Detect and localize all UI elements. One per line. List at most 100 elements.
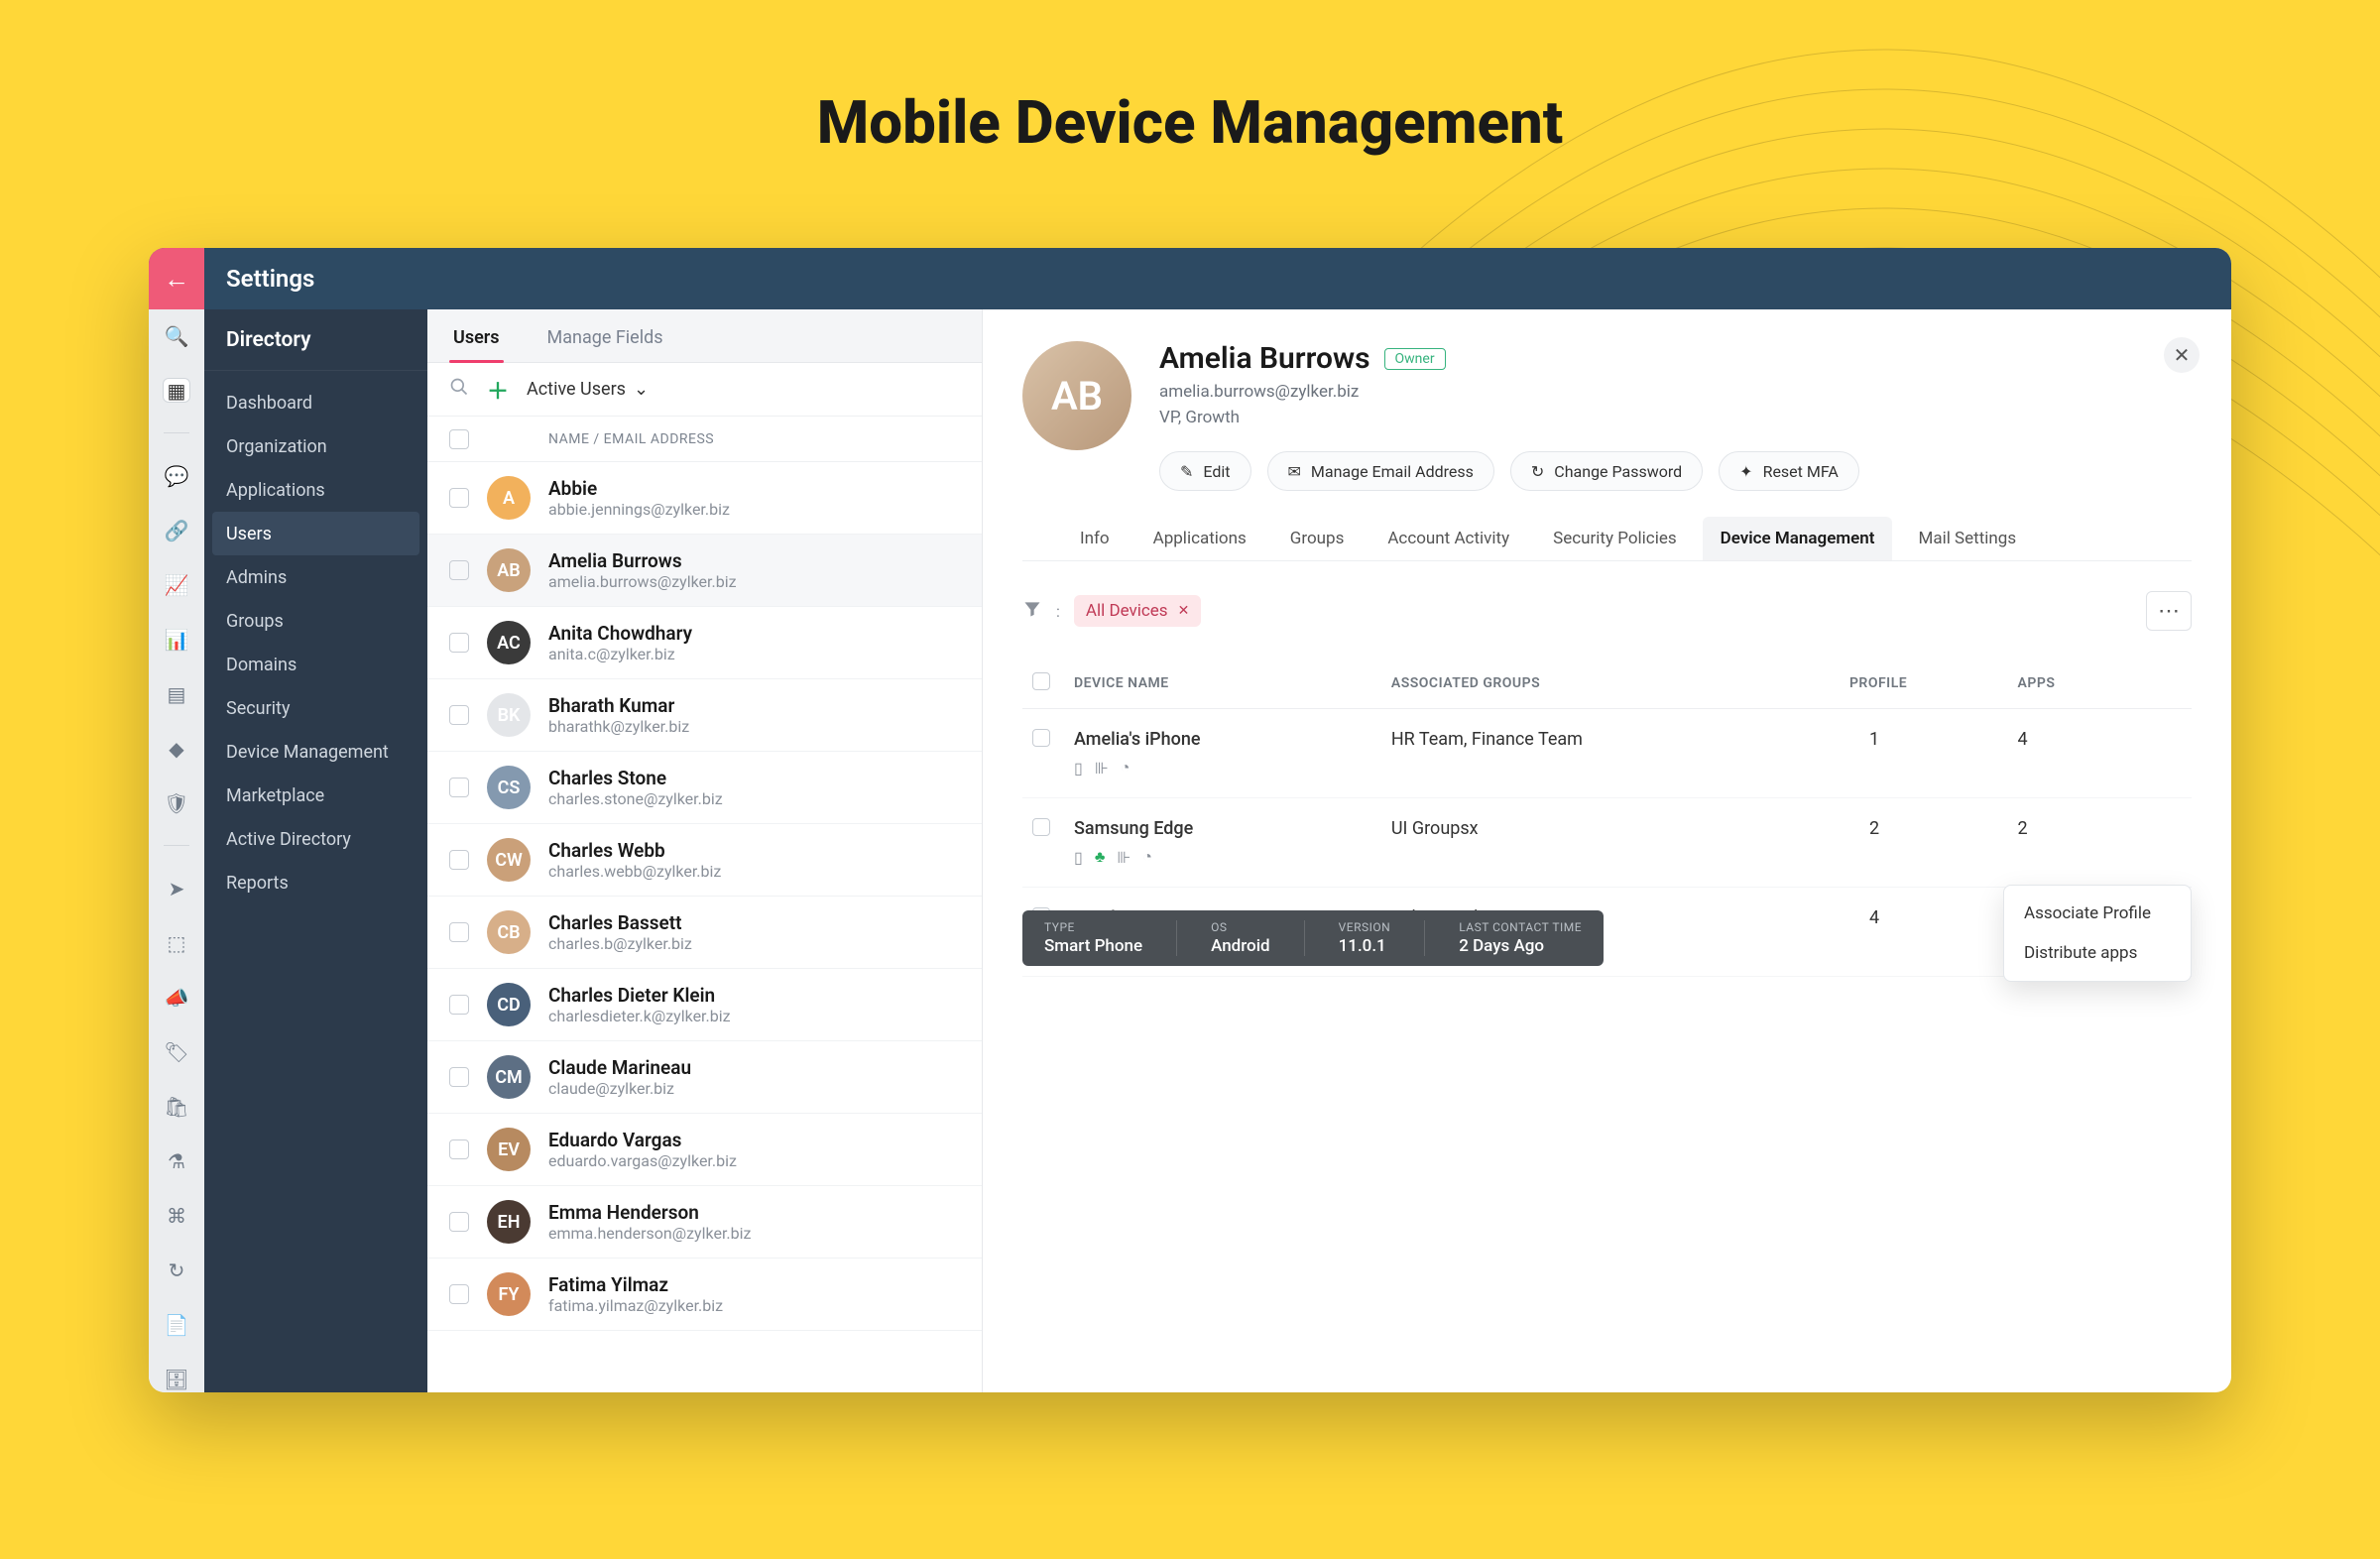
row-checkbox[interactable] [449,488,469,508]
device-checkbox[interactable] [1032,729,1050,747]
device-row[interactable]: Samsung Edge▯♣⊪◔UI Groupsx22 [1022,798,2192,888]
rail-cube-icon[interactable]: ⬚ [163,930,190,955]
reset-mfa-button[interactable]: ✦Reset MFA [1719,451,1859,491]
user-email: charlesdieter.k@zylker.biz [548,1007,731,1025]
users-tab-manage-fields[interactable]: Manage Fields [543,313,667,362]
rail-doc-icon[interactable]: 📄 [163,1313,190,1338]
select-all-devices-checkbox[interactable] [1032,672,1050,690]
sidebar-item-active-directory[interactable]: Active Directory [204,817,427,861]
signal-icon: ⊪ [1095,759,1109,778]
user-name: Charles Bassett [548,911,692,934]
rail-analytics-icon[interactable]: 📈 [163,572,190,597]
user-row[interactable]: AAbbieabbie.jennings@zylker.biz [427,462,982,535]
user-avatar: CS [487,766,531,809]
sidebar-item-organization[interactable]: Organization [204,424,427,468]
sidebar-item-device-management[interactable]: Device Management [204,730,427,774]
select-all-checkbox[interactable] [449,429,469,449]
active-users-filter[interactable]: Active Users ⌄ [527,379,649,400]
search-icon[interactable] [449,377,469,402]
user-row[interactable]: CMClaude Marineauclaude@zylker.biz [427,1041,982,1114]
sidebar-item-groups[interactable]: Groups [204,599,427,643]
row-checkbox[interactable] [449,1067,469,1087]
sidebar-item-users[interactable]: Users [212,512,419,555]
row-context-menu: Associate ProfileDistribute apps [2003,885,2192,982]
user-row[interactable]: ABAmelia Burrowsamelia.burrows@zylker.bi… [427,535,982,607]
user-row[interactable]: CDCharles Dieter Kleincharlesdieter.k@zy… [427,969,982,1041]
rail-nav-icon[interactable]: ➤ [163,876,190,900]
menu-item-distribute-apps[interactable]: Distribute apps [2004,933,2191,973]
row-checkbox[interactable] [449,995,469,1015]
back-button[interactable]: ← [149,248,204,309]
more-options-button[interactable]: ⋯ [2146,591,2192,631]
rail-cycle-icon[interactable]: ↻ [163,1259,190,1283]
rail-chat-icon[interactable]: 💬 [163,463,190,488]
row-checkbox[interactable] [449,922,469,942]
rail-link-icon[interactable]: 🔗 [163,518,190,542]
row-checkbox[interactable] [449,1284,469,1304]
rail-grid-icon[interactable]: ▤ [163,681,190,706]
device-row[interactable]: Amelia's iPhone▯⊪◔HR Team, Finance Team1… [1022,709,2192,798]
sidebar-item-reports[interactable]: Reports [204,861,427,904]
detail-tab-security-policies[interactable]: Security Policies [1535,517,1695,560]
rail-db-icon[interactable]: 🗄 [163,1368,190,1392]
action-icon: ✦ [1739,462,1752,481]
sidebar-item-applications[interactable]: Applications [204,468,427,512]
filter-separator: : [1056,602,1060,621]
users-tab-users[interactable]: Users [449,313,504,362]
row-checkbox[interactable] [449,778,469,797]
sidebar-item-marketplace[interactable]: Marketplace [204,774,427,817]
user-row[interactable]: CWCharles Webbcharles.webb@zylker.biz [427,824,982,897]
close-button[interactable]: ✕ [2164,337,2200,373]
user-avatar: CM [487,1055,531,1099]
rail-shield-icon[interactable]: 🛡 [163,790,190,815]
user-name: Fatima Yilmaz [548,1273,723,1296]
rail-cmd-icon[interactable]: ⌘ [163,1204,190,1229]
sidebar-item-security[interactable]: Security [204,686,427,730]
user-row[interactable]: FYFatima Yilmazfatima.yilmaz@zylker.biz [427,1259,982,1331]
sidebar-item-dashboard[interactable]: Dashboard [204,381,427,424]
row-checkbox[interactable] [449,1212,469,1232]
rail-directory-icon[interactable]: ▦ [163,378,190,403]
row-checkbox[interactable] [449,850,469,870]
user-row[interactable]: CBCharles Bassettcharles.b@zylker.biz [427,897,982,969]
sidebar-item-admins[interactable]: Admins [204,555,427,599]
device-profile-count: 2 [1840,798,2008,888]
edit-button[interactable]: ✎Edit [1159,451,1251,491]
rail-bag-icon[interactable]: 🛍 [163,1095,190,1120]
change-password-button[interactable]: ↻Change Password [1510,451,1703,491]
tooltip-label: VERSION [1339,920,1391,934]
detail-tab-mail-settings[interactable]: Mail Settings [1900,517,2034,560]
row-checkbox[interactable] [449,705,469,725]
rail-search-icon[interactable]: 🔍 [163,323,190,348]
detail-tab-info[interactable]: Info [1062,517,1128,560]
row-checkbox[interactable] [449,1139,469,1159]
user-email: amelia.burrows@zylker.biz [548,572,737,591]
user-row[interactable]: ACAnita Chowdharyanita.c@zylker.biz [427,607,982,679]
rail-flask-icon[interactable]: ⚗ [163,1149,190,1174]
row-checkbox[interactable] [449,560,469,580]
user-row[interactable]: EVEduardo Vargaseduardo.vargas@zylker.bi… [427,1114,982,1186]
row-checkbox[interactable] [449,633,469,653]
user-name: Abbie [548,477,730,500]
filter-icon[interactable] [1022,599,1042,624]
detail-tab-device-management[interactable]: Device Management [1703,517,1893,560]
user-row[interactable]: EHEmma Hendersonemma.henderson@zylker.bi… [427,1186,982,1259]
tooltip-value: Android [1211,936,1270,956]
user-row[interactable]: BKBharath Kumarbharathk@zylker.biz [427,679,982,752]
sidebar-item-domains[interactable]: Domains [204,643,427,686]
add-user-button[interactable]: ＋ [487,374,509,406]
detail-tab-groups[interactable]: Groups [1272,517,1363,560]
device-checkbox[interactable] [1032,818,1050,836]
user-email: eduardo.vargas@zylker.biz [548,1151,737,1170]
detail-tab-applications[interactable]: Applications [1135,517,1264,560]
rail-diamond-icon[interactable]: ◆ [163,736,190,761]
rail-tag-icon[interactable]: 🏷 [163,1040,190,1065]
rail-bar-icon[interactable]: 📊 [163,627,190,652]
manage-email-address-button[interactable]: ✉Manage Email Address [1267,451,1494,491]
detail-tab-account-activity[interactable]: Account Activity [1369,517,1527,560]
chip-remove-icon[interactable]: ✕ [1178,603,1190,619]
filter-chip-all-devices[interactable]: All Devices ✕ [1074,595,1201,627]
menu-item-associate-profile[interactable]: Associate Profile [2004,894,2191,933]
rail-horn-icon[interactable]: 📣 [163,985,190,1010]
user-row[interactable]: CSCharles Stonecharles.stone@zylker.biz [427,752,982,824]
